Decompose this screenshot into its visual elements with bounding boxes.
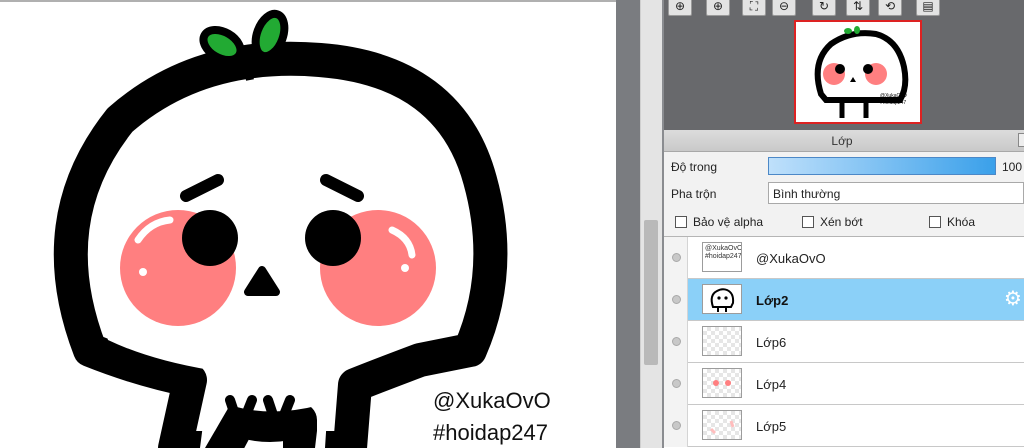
layer-thumbnail: @XukaOvO #hoidap247 [702,242,742,272]
layer-panel-title: Lớp [831,134,853,148]
scrollbar-thumb[interactable] [644,220,658,365]
checkbox-label: Xén bớt [820,215,863,229]
signature-hashtag: #hoidap247 [433,420,549,445]
visibility-dot-icon [672,337,681,346]
rotate-reset-icon[interactable]: ⟲ [878,0,902,16]
thumb-text-line: #hoidap247 [705,253,742,260]
layer-thumbnail [702,368,742,398]
layer-thumbnail [702,326,742,356]
layer-name: Lớp4 [756,377,787,392]
blend-mode-select[interactable]: Bình thường [768,182,1024,204]
visibility-dot-icon [672,379,681,388]
layer-thumb-art [710,288,735,312]
checkbox-label: Bảo vệ alpha [693,215,764,229]
layer-panel: Lớp Độ trong 100 % Pha trộn Bình thường … [664,130,1024,448]
layer-name: Lớp5 [756,419,787,434]
lock-checkbox[interactable]: Khóa [929,215,975,229]
opacity-value: 100 % [1002,160,1024,174]
eye-right [305,210,361,266]
layer-thumbnail [702,410,742,440]
layer-row[interactable]: Lớp4 [664,363,1024,405]
flip-icon[interactable]: ⇅ [846,0,870,16]
layer-name: Lớp6 [756,335,787,350]
signature-handle: @XukaOvO [433,388,551,413]
eye-left [182,210,238,266]
drawing-canvas[interactable]: @XukaOvO #hoidap247 [0,0,616,448]
visibility-toggle[interactable] [664,321,688,363]
navigator-toolbar: ⊕ ⊕ ⛶ ⊖ ↻ ⇅ ⟲ ▤ [664,0,1024,18]
blend-mode-label: Pha trộn [671,187,717,201]
zoom-in-icon[interactable]: ⊕ [668,0,692,16]
checkbox-box[interactable] [675,216,687,228]
layer-row-selected[interactable]: Lớp2 ⚙ [664,279,1024,321]
navigator-preview[interactable]: @XukaOvO #hoidap247 [794,20,922,124]
layer-list: @XukaOvO#hoidap247 @XukaOvO Lớp2 ⚙ Lớp6 [664,236,1024,448]
protect-alpha-checkbox[interactable]: Bảo vệ alpha [675,215,763,229]
layer-thumb-art [713,380,731,386]
layer-name: Lớp2 [756,293,789,308]
rotate-icon[interactable]: ↻ [812,0,836,16]
visibility-toggle[interactable] [664,363,688,405]
opacity-slider[interactable] [768,157,996,175]
panel-menu-button[interactable] [1018,133,1024,147]
opacity-label: Độ trong [671,160,718,174]
fit-screen-icon[interactable]: ⛶ [742,0,766,16]
preview-artwork: @XukaOvO #hoidap247 [796,22,920,122]
layer-thumbnail [702,284,742,314]
panel-icon[interactable]: ▤ [916,0,940,16]
layer-row[interactable]: @XukaOvO #hoidap247 @XukaOvO [664,237,1024,279]
preview-hashtag: #hoidap247 [880,100,906,106]
zoom-in-alt-icon[interactable]: ⊕ [706,0,730,16]
visibility-toggle[interactable] [664,279,688,321]
layer-panel-header[interactable]: Lớp [664,130,1024,152]
visibility-toggle[interactable] [664,237,688,279]
visibility-dot-icon [672,253,681,262]
visibility-dot-icon [672,421,681,430]
layer-thumb-art [709,420,735,435]
navigator-panel: ⊕ ⊕ ⛶ ⊖ ↻ ⇅ ⟲ ▤ @XukaOvO #hoidap247 [664,0,1024,130]
layer-row[interactable]: Lớp5 [664,405,1024,447]
visibility-dot-icon [672,295,681,304]
visibility-toggle[interactable] [664,405,688,447]
canvas-gutter [616,0,640,448]
character-artwork [53,9,508,448]
gear-icon[interactable]: ⚙ [1004,289,1022,309]
layer-name: @XukaOvO [756,251,826,266]
checkbox-box[interactable] [929,216,941,228]
layer-row[interactable]: Lớp6 [664,321,1024,363]
preview-handle: @XukaOvO [880,93,907,99]
checkbox-label: Khóa [947,215,976,229]
vertical-scrollbar[interactable] [640,0,662,448]
checkbox-box[interactable] [802,216,814,228]
zoom-out-icon[interactable]: ⊖ [772,0,796,16]
thumb-text-line: @XukaOvO [705,245,742,252]
clipping-checkbox[interactable]: Xén bớt [802,215,863,229]
